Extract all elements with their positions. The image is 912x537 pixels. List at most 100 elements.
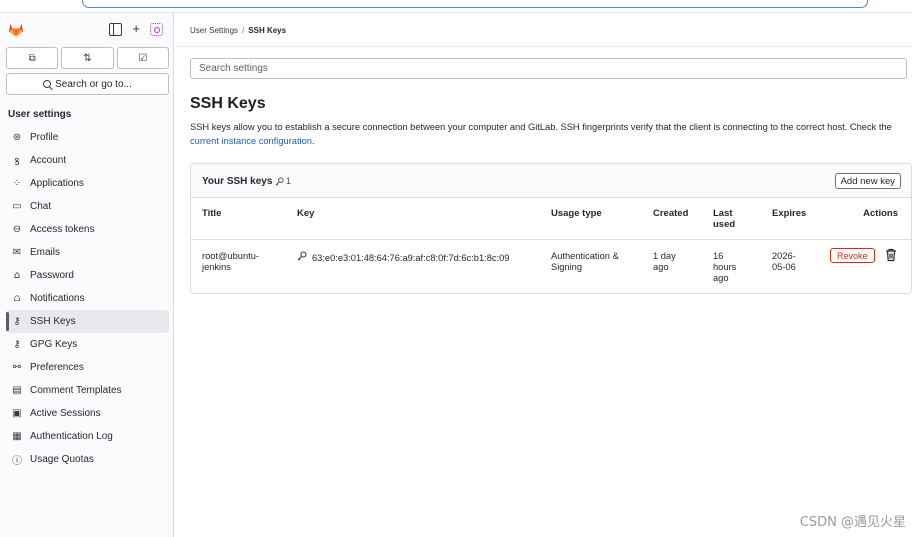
duo-ai-icon[interactable] <box>150 22 163 36</box>
column-header-created[interactable]: Created <box>653 208 688 219</box>
sidebar-header-actions: + <box>109 22 163 36</box>
column-header-usage-type[interactable]: Usage type <box>551 208 602 219</box>
breadcrumb-current[interactable]: SSH Keys <box>248 26 286 35</box>
add-new-key-button[interactable]: Add new key <box>834 173 901 189</box>
account-icon: ꝸ <box>14 156 20 168</box>
sidebar-section-title: User settings <box>8 109 72 120</box>
sidebar-item-preferences[interactable]: ⚯ Preferences <box>6 356 169 379</box>
sidebar-item-access-tokens[interactable]: ⊖ Access tokens <box>6 218 169 241</box>
column-header-last-used[interactable]: Last used <box>713 208 747 230</box>
applications-icon: ⁘ <box>12 178 22 189</box>
instance-configuration-link[interactable]: current instance configuration <box>190 136 312 146</box>
issues-tab[interactable]: ⧉ <box>6 47 59 69</box>
created-cell: 1 day ago <box>653 251 676 272</box>
sidebar-item-label: Active Sessions <box>30 408 101 419</box>
sidebar-item-label: Usage Quotas <box>30 454 94 465</box>
sidebar-item-label: Comment Templates <box>30 385 122 396</box>
todos-tab[interactable]: ☑ <box>116 47 169 69</box>
sidebar-item-label: Password <box>30 270 74 281</box>
key-title-link[interactable]: root@ubuntu-jenkins <box>202 251 274 273</box>
sidebar-item-notifications[interactable]: ⩍ Notifications <box>6 287 169 310</box>
watermark: CSDN @遇见火星 <box>799 515 906 530</box>
expires-cell: 2026-05-06 <box>772 251 796 272</box>
sidebar-item-chat[interactable]: ▭ Chat <box>6 195 169 218</box>
sidebar-item-comment-templates[interactable]: ▤ Comment Templates <box>6 379 169 402</box>
browser-highlight-outline <box>82 0 868 8</box>
column-header-actions: Actions <box>863 208 898 219</box>
todo-icon: ☑ <box>138 52 148 64</box>
sidebar-item-label: Applications <box>30 178 84 189</box>
key-icon <box>297 251 307 261</box>
card-title: Your SSH keys <box>202 176 273 187</box>
gitlab-logo-icon[interactable] <box>8 23 24 37</box>
search-or-go-to-button[interactable]: Search or go to... <box>6 73 169 95</box>
sidebar-item-label: GPG Keys <box>30 339 78 350</box>
ssh-keys-card: Your SSH keys 1 Add new key Title Key Us… <box>190 163 912 294</box>
key-icon: ⚷ <box>13 339 21 350</box>
key-icon: ⚷ <box>13 316 21 327</box>
merge-requests-tab[interactable]: ⇅ <box>61 47 114 69</box>
sidebar-item-applications[interactable]: ⁘ Applications <box>6 172 169 195</box>
search-button-label: Search or go to... <box>55 78 132 90</box>
issues-icon: ⧉ <box>28 52 36 64</box>
profile-icon: ⊛ <box>12 132 22 143</box>
chat-icon: ▭ <box>12 201 22 212</box>
sidebar-header: + <box>0 13 173 47</box>
quota-icon: ⓘ <box>12 456 22 467</box>
sidebar-item-emails[interactable]: ✉ Emails <box>6 241 169 264</box>
column-header-key[interactable]: Key <box>297 208 314 219</box>
usage-type-cell: Authentication & Signing <box>551 251 619 272</box>
sidebar-item-usage-quotas[interactable]: ⓘ Usage Quotas <box>6 448 169 471</box>
plus-icon[interactable]: + <box>132 22 140 36</box>
ssh-keys-card-header: Your SSH keys 1 Add new key <box>191 164 911 198</box>
sidebar-item-label: Notifications <box>30 293 85 304</box>
column-header-title[interactable]: Title <box>202 208 221 219</box>
sidebar-item-label: SSH Keys <box>30 316 76 327</box>
notifications-icon: ⩍ <box>13 293 21 304</box>
column-header-expires[interactable]: Expires <box>772 208 806 219</box>
trash-icon[interactable] <box>885 248 897 262</box>
sidebar-item-label: Chat <box>30 201 52 212</box>
sidebar-item-label: Authentication Log <box>30 431 113 442</box>
key-fingerprint: 63:e0:e3:01:48:64:76:a9:af:c8:0f:7d:6c:b… <box>312 253 510 263</box>
sidebar-item-active-sessions[interactable]: ▣ Active Sessions <box>6 402 169 425</box>
key-count: 1 <box>286 176 292 186</box>
key-fingerprint-cell: 63:e0:e3:01:48:64:76:a9:af:c8:0f:7d:6c:b… <box>297 251 509 264</box>
breadcrumb: User Settings / SSH Keys <box>190 26 286 35</box>
search-settings-input[interactable] <box>190 58 907 79</box>
lock-icon: ⌂ <box>13 270 21 281</box>
preferences-icon: ⚯ <box>12 362 22 373</box>
sidebar-item-label: Account <box>30 155 67 166</box>
token-icon: ⊖ <box>12 224 22 235</box>
page-title: SSH Keys <box>190 95 266 112</box>
log-icon: ▦ <box>12 431 22 442</box>
search-icon <box>43 80 52 88</box>
sidebar-item-account[interactable]: ꝸ Account <box>6 149 169 172</box>
sidebar-item-ssh-keys[interactable]: ⚷ SSH Keys <box>6 310 169 333</box>
revoke-button[interactable]: Revoke <box>830 248 875 263</box>
description-text: SSH keys allow you to establish a secure… <box>190 122 892 132</box>
comment-icon: ▤ <box>12 385 22 396</box>
sidebar-item-label: Access tokens <box>30 224 95 235</box>
key-count-badge: 1 <box>275 176 291 186</box>
mail-icon: ✉ <box>12 247 22 258</box>
sidebar-toggle-icon[interactable] <box>109 22 123 36</box>
breadcrumb-divider <box>175 46 912 47</box>
sidebar-quick-tabs: ⧉ ⇅ ☑ <box>0 47 173 69</box>
sidebar-item-password[interactable]: ⌂ Password <box>6 264 169 287</box>
sidebar-item-authentication-log[interactable]: ▦ Authentication Log <box>6 425 169 448</box>
sidebar-item-profile[interactable]: ⊛ Profile <box>6 126 169 149</box>
sidebar-item-label: Profile <box>30 132 59 143</box>
last-used-cell: 16 hours ago <box>713 251 737 283</box>
description-end: . <box>311 136 315 146</box>
sidebar: + ⧉ ⇅ ☑ Search or go to... User settings… <box>0 13 174 537</box>
sidebar-item-label: Preferences <box>30 362 84 373</box>
main-content: User Settings/SSH Keys SSH Keys SSH keys… <box>175 13 912 537</box>
breadcrumb-separator: / <box>242 26 245 35</box>
key-icon <box>275 176 284 185</box>
sidebar-item-gpg-keys[interactable]: ⚷ GPG Keys <box>6 333 169 356</box>
merge-request-icon: ⇅ <box>83 52 92 64</box>
breadcrumb-user-settings[interactable]: User Settings <box>190 26 238 35</box>
sidebar-item-label: Emails <box>30 247 61 258</box>
monitor-icon: ▣ <box>12 408 22 419</box>
